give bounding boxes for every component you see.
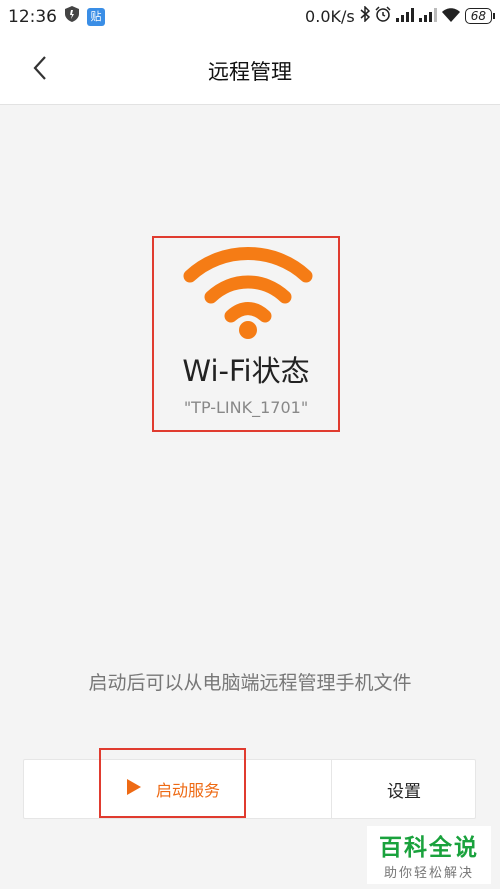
status-left: 12:36 贴 bbox=[8, 6, 105, 27]
wifi-status-icon bbox=[441, 7, 460, 26]
signal-icon bbox=[418, 7, 437, 26]
hint-text: 启动后可以从电脑端远程管理手机文件 bbox=[88, 672, 412, 694]
start-service-label: 启动服务 bbox=[156, 781, 221, 800]
status-right: 0.0K/s 68 bbox=[305, 5, 496, 26]
settings-label: 设置 bbox=[387, 781, 421, 802]
wifi-ssid: "TP-LINK_1701" bbox=[183, 398, 309, 417]
battery-icon: 68 bbox=[464, 8, 496, 24]
page-title: 远程管理 bbox=[208, 60, 292, 84]
status-bar: 12:36 贴 0.0K/s 68 bbox=[0, 0, 500, 34]
start-service-content: 启动服务 bbox=[126, 777, 220, 801]
header: 远程管理 bbox=[0, 34, 500, 105]
app-badge-icon: 贴 bbox=[87, 7, 105, 26]
wifi-icon bbox=[182, 242, 314, 346]
action-bar: 启动服务 设置 bbox=[23, 748, 476, 819]
watermark-subtitle: 助你轻松解决 bbox=[383, 866, 474, 881]
settings-button[interactable]: 设置 bbox=[332, 760, 476, 818]
play-icon bbox=[126, 778, 142, 800]
watermark: 百科全说 助你轻松解决 bbox=[367, 826, 491, 884]
wifi-status-panel: Wi-Fi状态 "TP-LINK_1701" bbox=[152, 236, 340, 432]
alarm-icon bbox=[375, 6, 391, 26]
bluetooth-icon bbox=[360, 5, 370, 26]
signal-icon bbox=[395, 7, 414, 26]
watermark-title: 百科全说 bbox=[379, 835, 479, 861]
network-speed: 0.0K/s bbox=[305, 6, 355, 26]
status-time: 12:36 bbox=[8, 6, 57, 27]
start-service-button[interactable]: 启动服务 bbox=[24, 748, 331, 818]
wifi-status-title: Wi-Fi状态 bbox=[182, 354, 310, 388]
shield-icon bbox=[65, 6, 79, 27]
